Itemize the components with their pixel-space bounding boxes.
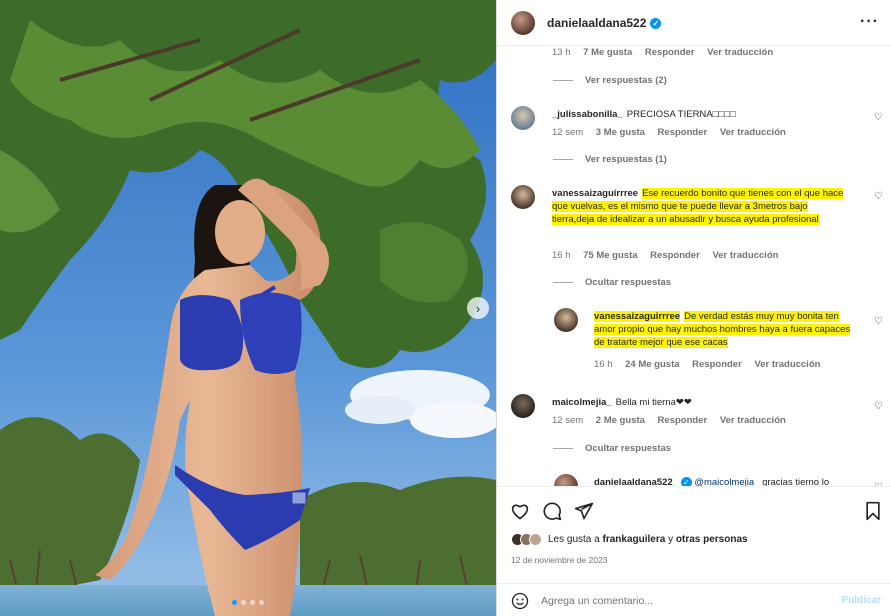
emoji-icon[interactable] <box>511 592 529 610</box>
avatar <box>529 533 542 546</box>
view-replies-button[interactable]: Ver respuestas (1) <box>553 154 667 165</box>
comment-meta: 13 h 7 Me gusta Responder Ver traducción <box>552 47 783 58</box>
comment-time: 13 h <box>552 47 571 58</box>
comment-text: vanessaizaguirrree Ese recuerdo bonito qu… <box>552 187 852 226</box>
comment-meta: 12 sem 2 Me gusta Responder Ver traducci… <box>552 415 796 426</box>
likes-summary[interactable]: Les gusta a frankaguilera y otras person… <box>511 533 748 546</box>
carousel-dot <box>250 600 255 605</box>
ellipsis-icon[interactable]: ··· <box>860 13 879 31</box>
reply-avatar[interactable] <box>554 308 578 332</box>
reply-text: vanessaizaguirrree De verdad estás muy mu… <box>594 310 856 349</box>
share-icon[interactable] <box>574 501 594 521</box>
likes-user[interactable]: frankaguilera <box>603 534 666 545</box>
mention-link[interactable]: @maicolmejia_ <box>694 477 759 486</box>
comment-username[interactable]: vanessaizaguirrree <box>552 188 638 199</box>
divider <box>553 448 573 449</box>
comments-list: 13 h 7 Me gusta Responder Ver traducción… <box>497 46 891 486</box>
comment-text: _julissabonilla_ PRECIOSA TIERNA□□□□ <box>552 108 852 121</box>
divider <box>553 159 573 160</box>
comment-username[interactable]: _julissabonilla_ <box>552 109 623 120</box>
carousel-dots <box>232 600 264 605</box>
translate-button[interactable]: Ver traducción <box>720 127 786 138</box>
author-avatar[interactable] <box>511 10 535 35</box>
post-photo <box>0 0 496 616</box>
post-panel: danielaaldana522 ✓ ··· 13 h 7 Me gusta Re… <box>496 0 891 616</box>
divider <box>553 80 573 81</box>
reply-button[interactable]: Responder <box>692 359 742 370</box>
author-username[interactable]: danielaaldana522 ✓ <box>547 16 662 30</box>
publish-button[interactable]: Publicar <box>842 595 881 606</box>
verified-badge-icon: ✓ <box>650 17 662 29</box>
reply-likes[interactable]: 24 Me gusta <box>625 359 679 370</box>
verified-badge-icon: ✓ <box>680 476 692 486</box>
comment-meta: 12 sem 3 Me gusta Responder Ver traducci… <box>552 127 796 138</box>
carousel-dot <box>232 600 237 605</box>
author-username-text[interactable]: danielaaldana522 <box>547 16 646 30</box>
hide-replies-button[interactable]: Ocultar respuestas <box>553 443 671 454</box>
carousel-dot <box>241 600 246 605</box>
heart-icon[interactable]: ♡ <box>874 401 883 412</box>
reply-time: 16 h <box>594 359 613 370</box>
hide-replies-label[interactable]: Ocultar respuestas <box>585 443 671 454</box>
translate-button[interactable]: Ver traducción <box>712 250 778 261</box>
translate-button[interactable]: Ver traducción <box>707 47 773 58</box>
reply-avatar[interactable] <box>554 474 578 486</box>
comment-avatar[interactable] <box>511 394 535 418</box>
reply-body: gracias tierno lo <box>762 477 830 486</box>
divider <box>553 282 573 283</box>
comment-avatar[interactable] <box>511 106 535 130</box>
comment-username[interactable]: maicolmejia_ <box>552 397 612 408</box>
next-image-button[interactable]: › <box>467 297 489 319</box>
reply-button[interactable]: Responder <box>658 415 708 426</box>
comment-time: 12 sem <box>552 415 584 426</box>
view-replies-label[interactable]: Ver respuestas (1) <box>585 154 667 165</box>
comment-time: 12 sem <box>552 127 584 138</box>
bookmark-icon[interactable] <box>863 501 883 521</box>
likes-others[interactable]: otras personas <box>676 534 748 545</box>
comment-likes[interactable]: 2 Me gusta <box>596 415 645 426</box>
reply-button[interactable]: Responder <box>650 250 700 261</box>
heart-icon[interactable]: ♡ <box>874 191 883 202</box>
translate-button[interactable]: Ver traducción <box>754 359 820 370</box>
likes-prefix: Les gusta a <box>548 534 600 545</box>
comment-avatar[interactable] <box>511 185 535 209</box>
reply-username[interactable]: danielaaldana522 <box>594 477 673 486</box>
heart-icon[interactable]: ♡ <box>874 316 883 327</box>
likes-text: Les gusta a frankaguilera y otras person… <box>548 534 748 545</box>
comment-time: 16 h <box>552 250 571 261</box>
comment-body: PRECIOSA TIERNA□□□□ <box>626 109 736 120</box>
comment-body: Bella mi tierna❤︎❤︎ <box>615 397 692 408</box>
hide-replies-button[interactable]: Ocultar respuestas <box>553 277 671 288</box>
likes-conjunction: y <box>668 534 674 545</box>
comment-text: maicolmejia_ Bella mi tierna❤︎❤︎ <box>552 396 852 409</box>
view-replies-button[interactable]: Ver respuestas (2) <box>553 75 667 86</box>
reply-text: danielaaldana522 ✓ @maicolmejia_ gracias … <box>594 476 856 486</box>
comment-likes[interactable]: 3 Me gusta <box>596 127 645 138</box>
post-actions: Les gusta a frankaguilera y otras person… <box>497 486 891 616</box>
comment-input[interactable] <box>541 594 821 607</box>
comment-meta: 16 h 75 Me gusta Responder Ver traducció… <box>552 250 788 261</box>
add-comment-bar: Publicar <box>497 583 891 616</box>
reply-username[interactable]: vanessaizaguirrree <box>594 311 681 322</box>
reply-button[interactable]: Responder <box>658 127 708 138</box>
comment-likes[interactable]: 75 Me gusta <box>583 250 637 261</box>
reply-button[interactable]: Responder <box>645 47 695 58</box>
post-date: 12 de noviembre de 2023 <box>511 555 608 565</box>
hide-replies-label[interactable]: Ocultar respuestas <box>585 277 671 288</box>
heart-icon[interactable]: ♡ <box>874 112 883 123</box>
heart-icon[interactable] <box>510 501 530 521</box>
carousel-dot <box>259 600 264 605</box>
reply-meta: 16 h 24 Me gusta Responder Ver traducció… <box>594 359 830 370</box>
view-replies-label[interactable]: Ver respuestas (2) <box>585 75 667 86</box>
comment-icon[interactable] <box>542 501 562 521</box>
comment-likes[interactable]: 7 Me gusta <box>583 47 632 58</box>
translate-button[interactable]: Ver traducción <box>720 415 786 426</box>
post-header: danielaaldana522 ✓ ··· <box>497 0 891 46</box>
post-image[interactable]: › <box>0 0 496 616</box>
